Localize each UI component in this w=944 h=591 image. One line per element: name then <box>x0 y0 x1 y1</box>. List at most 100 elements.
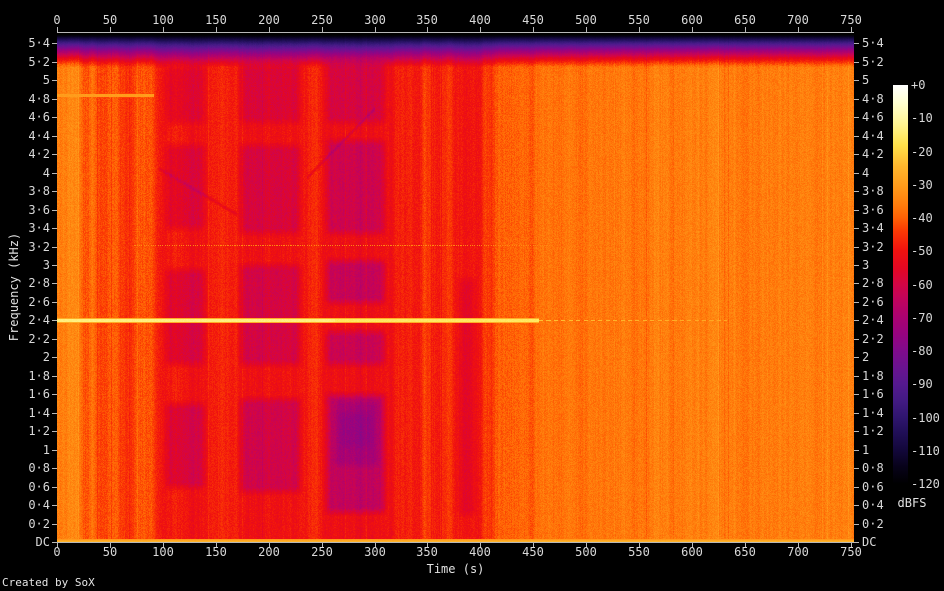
y-axis-tick <box>52 99 57 100</box>
y-axis-tick <box>52 468 57 469</box>
x-axis-tick-label: 200 <box>258 545 280 559</box>
y-axis-tick-label: 3·4 <box>862 221 884 235</box>
x-axis-tick <box>427 27 428 32</box>
y-axis-tick <box>854 210 859 211</box>
x-axis-tick-label: 100 <box>152 13 174 27</box>
y-axis-tick <box>854 43 859 44</box>
y-axis-tick <box>854 117 859 118</box>
colorbar-tick-label: -30 <box>911 178 933 192</box>
y-axis-tick-label: 0·6 <box>862 480 884 494</box>
y-axis-tick <box>854 80 859 81</box>
y-axis-tick <box>52 357 57 358</box>
y-axis-tick <box>52 450 57 451</box>
y-axis-tick-label: 4 <box>862 166 870 180</box>
y-axis-tick <box>854 357 859 358</box>
x-axis-tick-label: 550 <box>628 13 650 27</box>
y-axis-tick-label: 4·2 <box>862 147 884 161</box>
y-axis-tick <box>52 247 57 248</box>
y-axis-tick-label: 1·8 <box>862 369 884 383</box>
colorbar-tick-label: -10 <box>911 111 933 125</box>
y-axis-tick <box>854 450 859 451</box>
y-axis-tick <box>52 524 57 525</box>
y-axis-tick <box>854 302 859 303</box>
x-axis-tick <box>851 27 852 32</box>
x-axis-tick-label: 700 <box>787 13 809 27</box>
y-axis-tick-label: 4·8 <box>28 92 50 106</box>
y-axis-tick <box>854 247 859 248</box>
x-axis-tick <box>269 27 270 32</box>
y-axis-tick <box>52 154 57 155</box>
y-axis-tick <box>52 376 57 377</box>
x-axis-tick-label: 750 <box>840 13 862 27</box>
y-axis-title: Frequency (kHz) <box>7 232 21 342</box>
y-axis-tick-label: 1·6 <box>28 387 50 401</box>
y-axis-tick <box>854 468 859 469</box>
y-axis-tick <box>854 413 859 414</box>
y-axis-tick <box>854 542 859 543</box>
x-axis-tick <box>57 27 58 32</box>
x-axis-tick-label: 150 <box>205 545 227 559</box>
y-axis-tick <box>52 136 57 137</box>
x-axis-tick <box>692 27 693 32</box>
y-axis-tick-label: 2·6 <box>28 295 50 309</box>
y-axis-tick-label: 5 <box>862 73 870 87</box>
y-axis-tick <box>52 413 57 414</box>
y-axis-tick-label: 2·8 <box>862 276 884 290</box>
x-axis-tick-label: 350 <box>416 545 438 559</box>
x-axis-tick-label: 500 <box>575 13 597 27</box>
y-axis-tick <box>52 487 57 488</box>
y-axis-tick <box>52 43 57 44</box>
y-axis-tick <box>52 283 57 284</box>
y-axis-tick <box>52 80 57 81</box>
y-axis-tick-label: 5·4 <box>28 36 50 50</box>
x-axis-tick-label: 500 <box>575 545 597 559</box>
x-axis-tick <box>375 27 376 32</box>
y-axis-tick-label: 4·6 <box>28 110 50 124</box>
y-axis-tick <box>854 320 859 321</box>
y-axis-tick-label: 1·4 <box>862 406 884 420</box>
y-axis-tick-label: 0·8 <box>862 461 884 475</box>
y-axis-tick <box>854 173 859 174</box>
y-axis-tick <box>52 302 57 303</box>
axis-line-bottom <box>57 542 854 543</box>
x-axis-tick-label: 550 <box>628 545 650 559</box>
y-axis-tick <box>52 228 57 229</box>
y-axis-tick-label: 4·2 <box>28 147 50 161</box>
y-axis-tick-label: 5·4 <box>862 36 884 50</box>
y-axis-tick-label: 2·2 <box>862 332 884 346</box>
x-axis-tick-label: 650 <box>734 545 756 559</box>
y-axis-tick-label: 3·4 <box>28 221 50 235</box>
x-axis-tick-label: 150 <box>205 13 227 27</box>
sox-credit: Created by SoX <box>2 576 95 589</box>
y-axis-tick <box>854 283 859 284</box>
y-axis-tick <box>52 191 57 192</box>
x-axis-tick-label: 0 <box>53 13 61 27</box>
y-axis-tick-label: 2·2 <box>28 332 50 346</box>
y-axis-tick <box>52 62 57 63</box>
y-axis-tick-label: 0·2 <box>862 517 884 531</box>
x-axis-tick-label: 400 <box>469 545 491 559</box>
y-axis-tick-label: 0·6 <box>28 480 50 494</box>
x-axis-tick-label: 50 <box>102 13 118 27</box>
x-axis-tick-label: 600 <box>681 545 703 559</box>
y-axis-tick-label: 2 <box>42 350 50 364</box>
y-axis-tick-label: DC <box>35 535 50 549</box>
axis-line-top <box>57 32 854 33</box>
y-axis-tick-label: 1 <box>862 443 870 457</box>
y-axis-tick-label: 3·2 <box>862 240 884 254</box>
y-axis-tick-label: 2·8 <box>28 276 50 290</box>
y-axis-tick-label: 1·8 <box>28 369 50 383</box>
y-axis-tick <box>52 320 57 321</box>
x-axis-tick-label: 100 <box>152 545 174 559</box>
y-axis-tick <box>854 394 859 395</box>
y-axis-tick <box>854 505 859 506</box>
y-axis-tick-label: 1·2 <box>862 424 884 438</box>
colorbar-tick-label: -120 <box>911 477 940 491</box>
x-axis-tick <box>639 27 640 32</box>
x-axis-tick-label: 50 <box>102 545 118 559</box>
x-axis-tick-label: 450 <box>522 13 544 27</box>
x-axis-tick <box>216 27 217 32</box>
spectrogram-heatmap <box>57 33 854 542</box>
y-axis-tick-label: 2·4 <box>862 313 884 327</box>
y-axis-tick-label: 0·2 <box>28 517 50 531</box>
